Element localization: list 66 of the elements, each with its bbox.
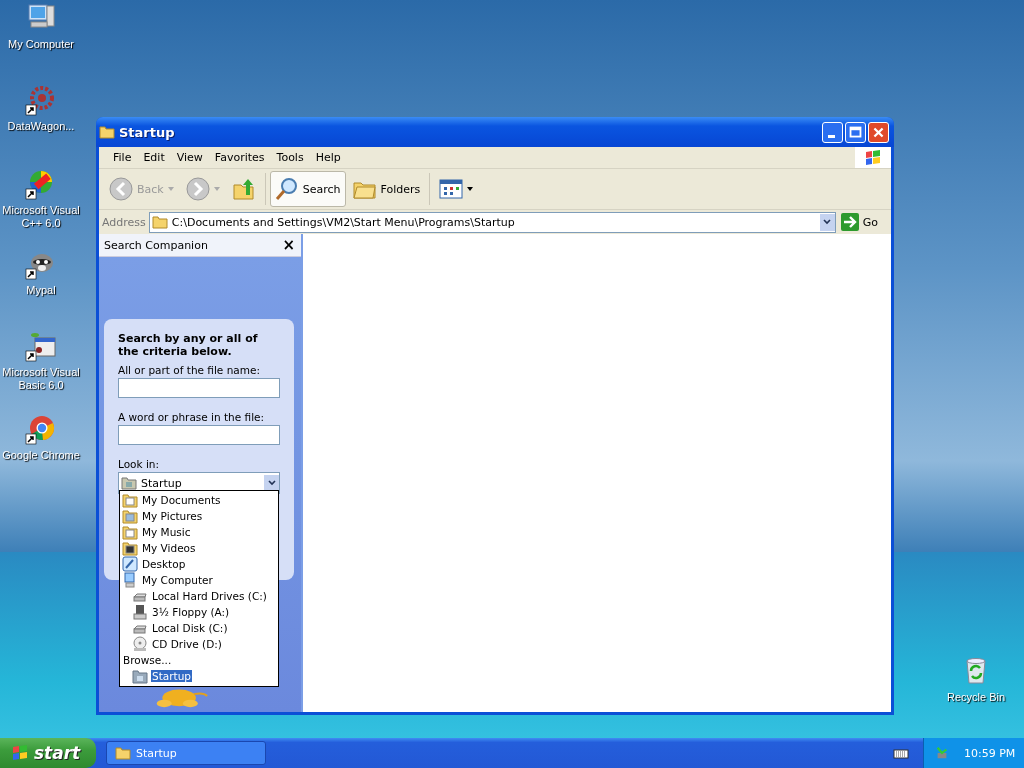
clock: 10:59 PM <box>964 746 1016 760</box>
field-label: Look in: <box>118 458 161 470</box>
desktop-icon-label[interactable]: Microsoft Visual C++ 6.0 <box>0 204 82 230</box>
menu-item[interactable]: View <box>170 151 209 164</box>
chevron-down-icon <box>267 480 276 486</box>
keyboard-icon[interactable] <box>893 746 909 760</box>
dropdown-option[interactable]: Browse... <box>122 654 173 666</box>
desktop-icon <box>122 556 138 572</box>
computer-icon <box>122 572 138 588</box>
dropdown-option[interactable]: My Pictures <box>141 510 204 522</box>
menu-item[interactable]: Edit <box>137 151 171 164</box>
windows-flag-icon <box>10 743 30 763</box>
cd-icon <box>132 636 148 652</box>
input-field[interactable] <box>118 425 280 445</box>
dropdown-option[interactable]: Desktop <box>141 558 187 570</box>
field-label: All or part of the file name: <box>118 364 261 376</box>
field-label: A word or phrase in the file: <box>118 411 266 423</box>
caret-icon <box>467 187 474 191</box>
arrow-right-icon <box>185 177 210 201</box>
dropdown-button[interactable] <box>819 213 835 231</box>
menu-item[interactable]: File <box>107 151 138 164</box>
windows-flag-icon <box>863 147 883 168</box>
minimize-icon <box>828 134 835 138</box>
folder-icon <box>99 125 115 139</box>
dropdown-option[interactable]: CD Drive (D:) <box>151 638 223 650</box>
close-button[interactable]: × <box>282 236 295 254</box>
search-button[interactable]: Search <box>269 171 346 207</box>
caret-icon <box>213 187 220 191</box>
flower-icon[interactable] <box>25 84 57 116</box>
desktop-icon-label[interactable]: My Computer <box>8 38 74 51</box>
address-field[interactable]: C:\Documents and Settings\VM2\Start Menu\Programs\Startup <box>148 211 836 233</box>
caret-icon <box>167 187 174 191</box>
taskbar-button[interactable]: Startup <box>106 741 266 765</box>
dropdown-option[interactable]: My Music <box>141 526 192 538</box>
dropdown-option[interactable]: Local Disk (C:) <box>151 622 229 634</box>
dropdown-option[interactable]: My Documents <box>141 494 222 506</box>
address-label: Address <box>102 215 146 229</box>
folder-icon <box>151 215 168 229</box>
go-button[interactable]: Go <box>838 213 888 231</box>
chevron-down-icon <box>823 219 832 225</box>
close-button[interactable] <box>868 121 889 143</box>
desktop-icon-label[interactable]: DataWagon... <box>7 120 75 133</box>
minimize-button[interactable] <box>822 121 843 143</box>
maximize-button[interactable] <box>845 121 866 143</box>
search-heading: Search by any or all of the criteria below. <box>118 332 259 358</box>
arrow-right-icon <box>840 213 859 231</box>
folders-button[interactable]: Folders <box>347 171 426 207</box>
dropdown-option[interactable]: My Computer <box>141 574 214 586</box>
floppy-icon <box>132 604 148 620</box>
start-button[interactable]: start <box>0 738 96 768</box>
menu-item[interactable]: Favorites <box>208 151 271 164</box>
dropdown-option[interactable]: My Videos <box>141 542 197 554</box>
window-title: Startup <box>119 124 176 140</box>
menu-item[interactable]: Help <box>309 151 347 164</box>
arrow-left-icon <box>109 177 133 201</box>
dropdown-option[interactable]: Local Hard Drives (C:) <box>151 590 268 602</box>
dropdown-option[interactable]: 3½ Floppy (A:) <box>151 606 231 618</box>
folder-icon <box>121 475 137 491</box>
views-icon <box>439 177 464 201</box>
folder-icon <box>115 746 131 760</box>
dropdown-option[interactable]: Startup <box>151 670 192 682</box>
pane-title: Search Companion <box>104 238 208 252</box>
input-field[interactable] <box>118 378 280 398</box>
menu-item[interactable]: Tools <box>270 151 310 164</box>
folder-up-icon <box>231 177 256 201</box>
search-icon <box>274 177 299 201</box>
